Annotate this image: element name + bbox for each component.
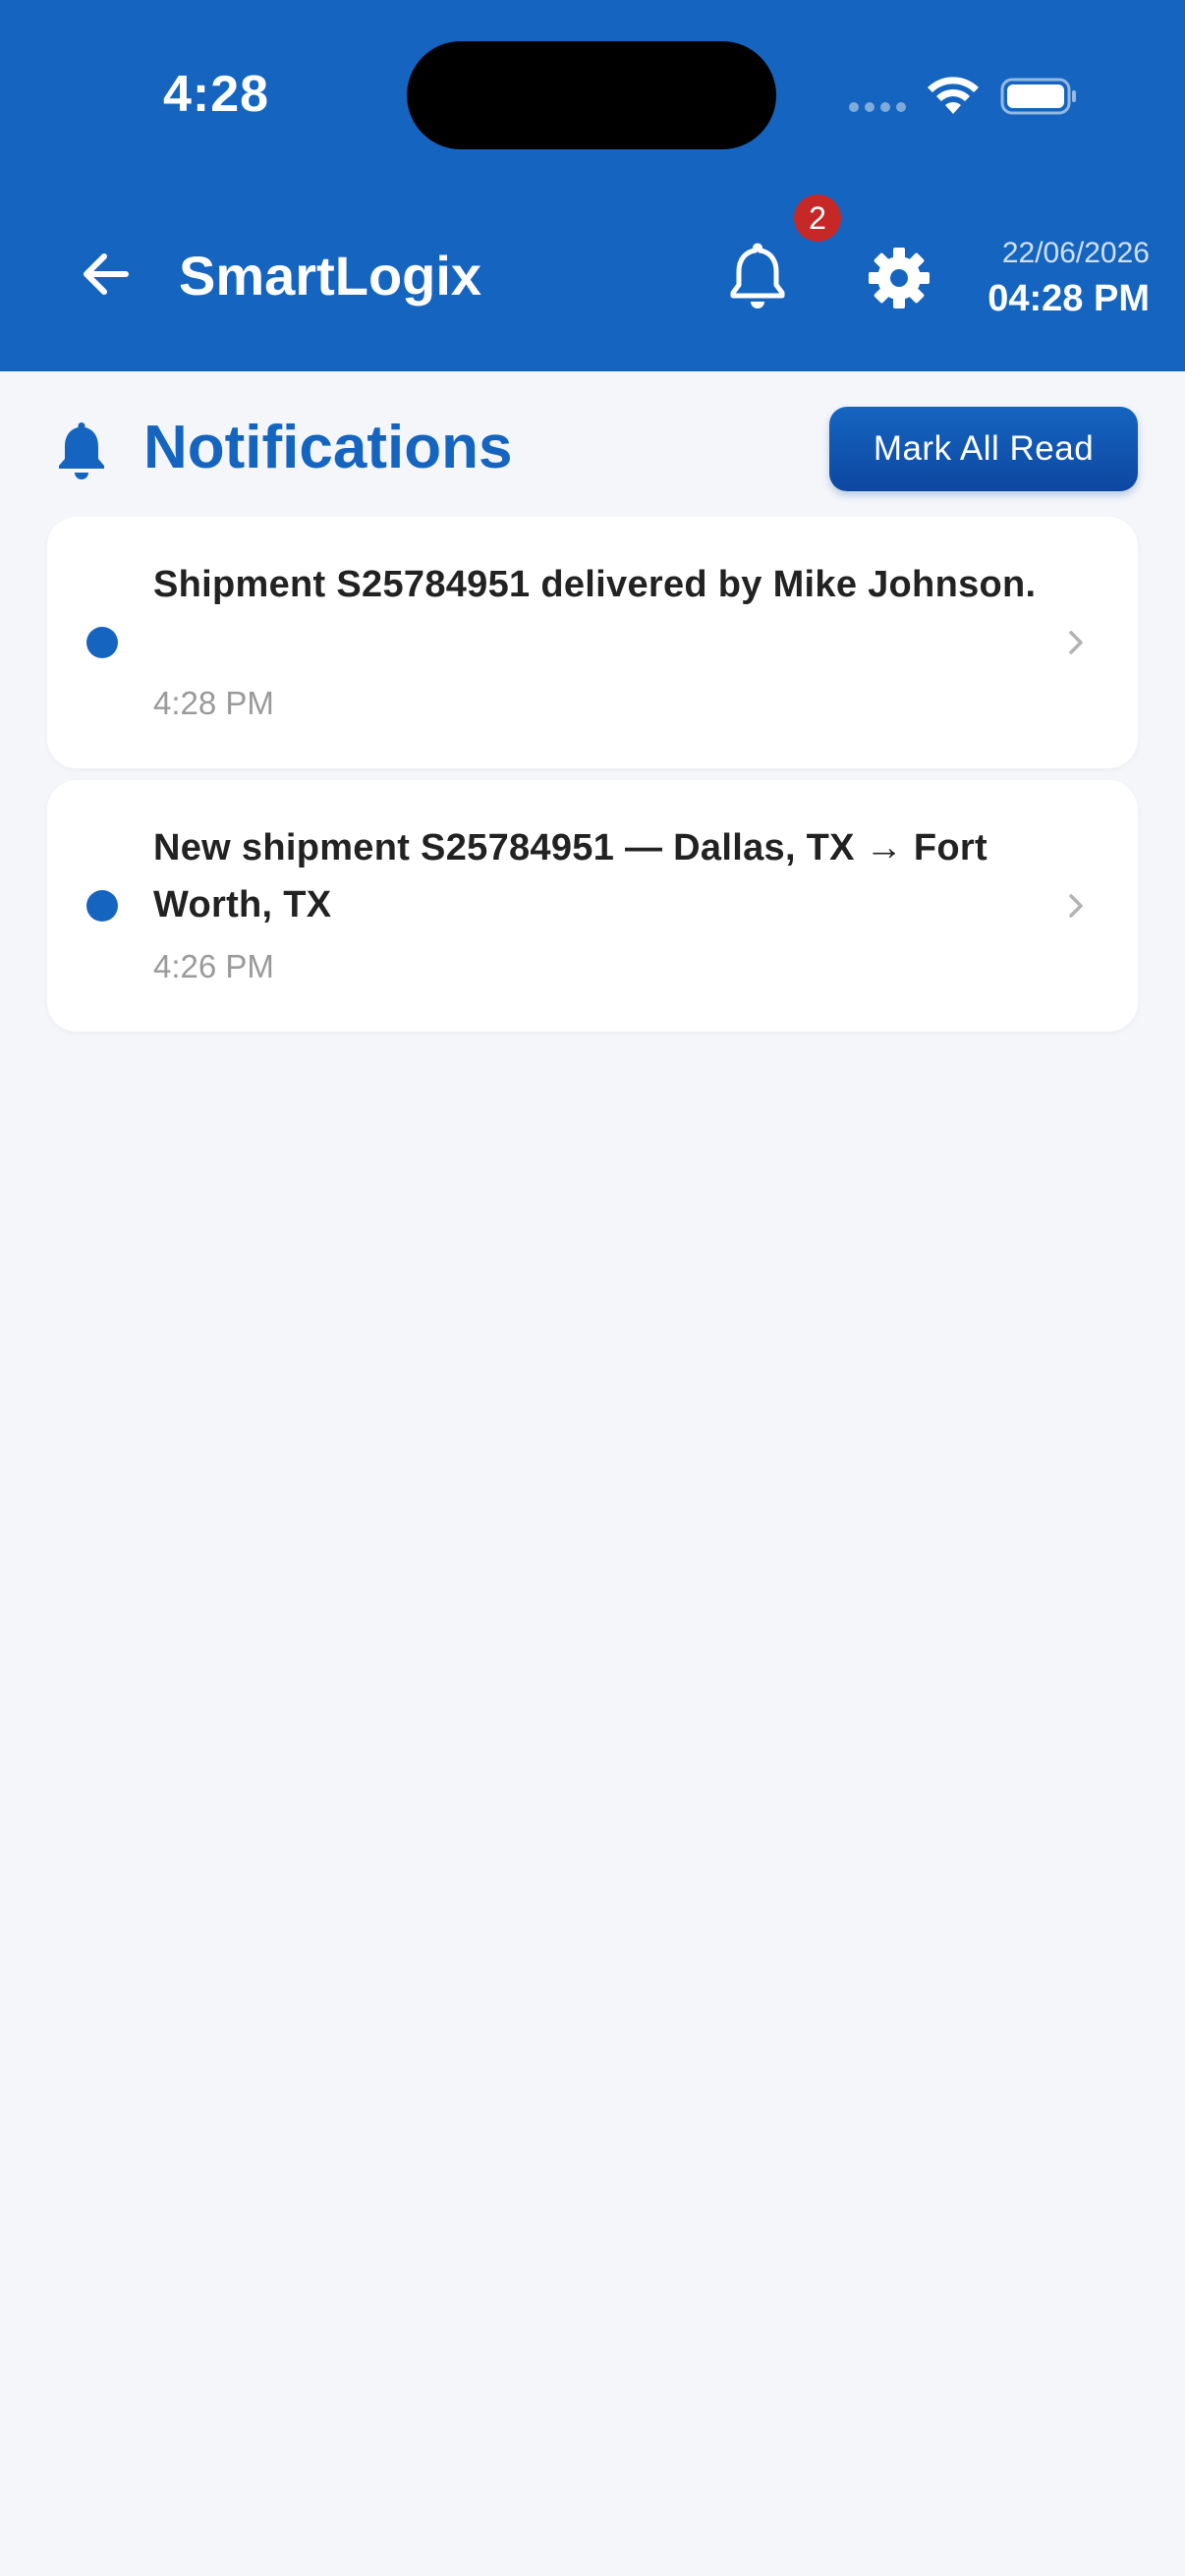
unread-indicator <box>86 890 118 922</box>
notification-card[interactable]: New shipment S25784951 — Dallas, TX → Fo… <box>47 780 1138 1032</box>
notification-message: New shipment S25784951 — Dallas, TX → Fo… <box>153 827 988 925</box>
notification-time: 4:26 PM <box>153 948 274 984</box>
bell-icon[interactable] <box>723 240 792 312</box>
wifi-icon <box>928 77 979 114</box>
notification-time: 4:28 PM <box>153 685 274 721</box>
signal-icon <box>849 102 906 112</box>
app-screen: 4:28 SmartLogix 2 22/06/2026 04:28 PM No… <box>0 0 1185 2576</box>
status-bar-time: 4:28 <box>163 66 270 123</box>
unread-indicator <box>86 627 118 658</box>
notification-message: Shipment S25784951 delivered by Mike Joh… <box>153 564 1037 605</box>
header-time: 04:28 PM <box>988 278 1150 319</box>
app-header: 4:28 SmartLogix 2 22/06/2026 04:28 PM <box>0 0 1185 371</box>
chevron-right-icon <box>1069 631 1083 654</box>
mark-all-read-button[interactable]: Mark All Read <box>829 407 1138 491</box>
notification-card[interactable]: Shipment S25784951 delivered by Mike Joh… <box>47 517 1138 768</box>
battery-icon <box>1000 78 1076 115</box>
dynamic-island <box>407 41 776 149</box>
back-arrow-icon[interactable] <box>77 244 138 305</box>
bell-icon <box>59 422 104 479</box>
page-title: Notifications <box>143 414 513 481</box>
gear-icon[interactable] <box>865 244 933 312</box>
notification-count-badge: 2 <box>794 195 841 242</box>
chevron-right-icon <box>1069 894 1083 918</box>
header-date: 22/06/2026 <box>1001 237 1150 269</box>
app-title: SmartLogix <box>179 245 482 307</box>
